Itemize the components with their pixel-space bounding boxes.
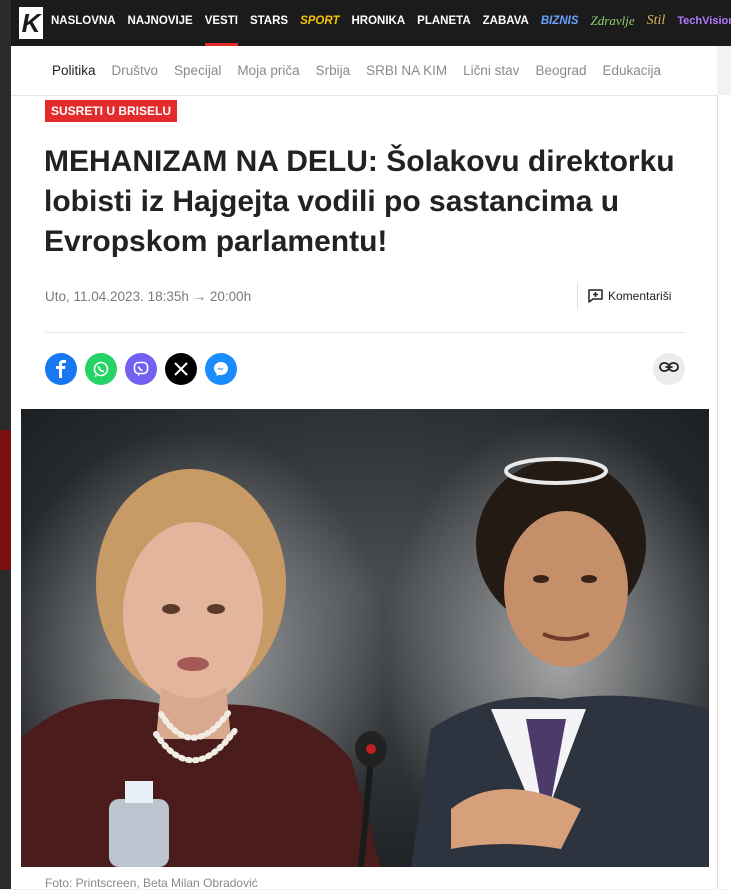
site-logo[interactable]: K: [19, 7, 43, 39]
browser-left-edge: [0, 0, 11, 889]
article-photo[interactable]: [21, 409, 709, 867]
x-icon[interactable]: [165, 353, 197, 385]
right-sidebar-edge: [717, 95, 731, 889]
comments-label: Komentariši: [608, 289, 672, 303]
messenger-icon[interactable]: [205, 353, 237, 385]
nav-sport[interactable]: SPORT: [300, 0, 339, 46]
copy-link-button[interactable]: [653, 353, 685, 385]
article-headline: MEHANIZAM NA DELU: Šolakovu direktorku l…: [44, 145, 675, 258]
photo-caption: Foto: Printscreen, Beta Milan Obradović: [45, 876, 258, 890]
side-ad-strip: [0, 430, 11, 570]
nav-najnovije[interactable]: NAJNOVIJE: [128, 0, 193, 46]
nav-vesti[interactable]: VESTI: [204, 0, 239, 46]
top-navigation: K NASLOVNA NAJNOVIJE VESTI STARS SPORT H…: [11, 0, 731, 46]
whatsapp-icon[interactable]: [85, 353, 117, 385]
article-tag[interactable]: SUSRETI U BRISELU: [45, 100, 178, 122]
subnav-licni-stav[interactable]: Lični stav: [463, 63, 519, 78]
comments-button[interactable]: Komentariši: [577, 283, 671, 309]
nav-zdravlje[interactable]: Zdravlje: [591, 0, 635, 46]
viber-icon[interactable]: [125, 353, 157, 385]
nav-zabava[interactable]: ZABAVA: [483, 0, 529, 46]
link-icon: [659, 360, 679, 378]
subnav-srbija[interactable]: Srbija: [316, 63, 351, 78]
subnav-politika[interactable]: Politika: [52, 63, 96, 78]
share-bar: [45, 353, 237, 385]
nav-biznis[interactable]: BIZNIS: [541, 0, 579, 46]
article-timestamp: Uto, 11.04.2023. 18:35h → 20:00h: [45, 289, 252, 304]
subnav-srbi-na-kim[interactable]: SRBI NA KIM: [366, 63, 447, 78]
subnav-beograd[interactable]: Beograd: [535, 63, 586, 78]
nav-naslovna[interactable]: NASLOVNA: [51, 0, 116, 46]
photo-illustration: [21, 409, 709, 867]
nav-stil[interactable]: Stil: [647, 0, 666, 46]
article: SUSRETI U BRISELU MEHANIZAM NA DELU: Šol…: [11, 96, 717, 890]
subnav-edukacija[interactable]: Edukacija: [602, 63, 661, 78]
nav-stars[interactable]: STARS: [250, 0, 288, 46]
facebook-icon[interactable]: [45, 353, 77, 385]
meta-divider: [45, 332, 685, 333]
comment-plus-icon: [588, 289, 603, 303]
subnav-drustvo[interactable]: Društvo: [112, 63, 159, 78]
subnav-specijal[interactable]: Specijal: [174, 63, 221, 78]
nav-hronika[interactable]: HRONIKA: [352, 0, 406, 46]
subnav-moja-prica[interactable]: Moja priča: [237, 63, 299, 78]
nav-techvision[interactable]: TechVision: [677, 0, 731, 46]
nav-planeta[interactable]: PLANETA: [417, 0, 470, 46]
sub-navigation: Politika Društvo Specijal Moja priča Srb…: [11, 46, 717, 96]
